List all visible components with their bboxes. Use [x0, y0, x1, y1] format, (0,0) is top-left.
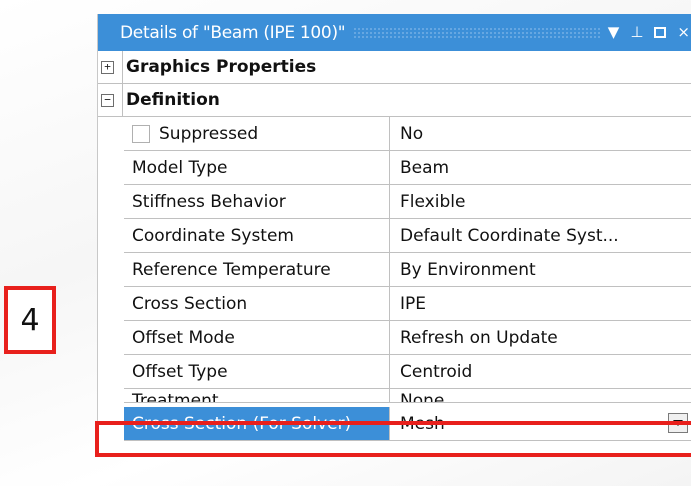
title-grip[interactable]: [353, 26, 600, 39]
property-value-select[interactable]: Mesh: [390, 407, 691, 440]
property-label: Suppressed: [159, 123, 259, 144]
property-value[interactable]: Beam: [390, 151, 691, 184]
collapse-icon[interactable]: −: [101, 93, 114, 107]
chevron-down-icon: [673, 420, 683, 426]
group-definition[interactable]: − Definition: [98, 84, 691, 117]
details-panel: Details of "Beam (IPE 100)" ▼ ⊥ × + Grap…: [97, 14, 691, 454]
property-row-offset-type[interactable]: Offset Type Centroid: [124, 355, 691, 389]
property-value[interactable]: Refresh on Update: [390, 321, 691, 354]
property-value[interactable]: Flexible: [390, 185, 691, 218]
property-value[interactable]: Centroid: [390, 355, 691, 388]
property-label: Reference Temperature: [124, 253, 390, 286]
property-label: Treatment: [124, 389, 390, 402]
property-value[interactable]: Default Coordinate Syst...: [390, 219, 691, 252]
group-graphics-properties[interactable]: + Graphics Properties: [98, 51, 691, 84]
details-title-bar[interactable]: Details of "Beam (IPE 100)" ▼ ⊥ ×: [98, 14, 691, 51]
property-row-stiffness-behavior[interactable]: Stiffness Behavior Flexible: [124, 185, 691, 219]
dropdown-button[interactable]: [668, 413, 688, 433]
group-divider: [122, 51, 123, 83]
property-label: Stiffness Behavior: [124, 185, 390, 218]
property-value[interactable]: IPE: [390, 287, 691, 320]
group-label: Definition: [126, 90, 220, 110]
property-label: Model Type: [124, 151, 390, 184]
property-row-model-type[interactable]: Model Type Beam: [124, 151, 691, 185]
property-label: Coordinate System: [124, 219, 390, 252]
maximize-icon[interactable]: [654, 27, 667, 38]
property-row-reference-temperature[interactable]: Reference Temperature By Environment: [124, 253, 691, 287]
title-controls: ▼ ⊥ ×: [608, 25, 690, 40]
property-label: Cross Section: [124, 287, 390, 320]
suppressed-checkbox[interactable]: [132, 124, 150, 143]
pin-icon[interactable]: ⊥: [630, 25, 643, 40]
property-row-coordinate-system[interactable]: Coordinate System Default Coordinate Sys…: [124, 219, 691, 253]
property-value[interactable]: No: [390, 117, 691, 150]
details-title: Details of "Beam (IPE 100)": [120, 22, 346, 43]
property-value[interactable]: By Environment: [390, 253, 691, 286]
group-divider: [122, 84, 123, 116]
property-label: Cross Section (For Solver): [124, 407, 390, 440]
property-row-cross-section[interactable]: Cross Section IPE: [124, 287, 691, 321]
property-value[interactable]: None: [390, 389, 691, 402]
property-row-cross-section-for-solver[interactable]: Cross Section (For Solver) Mesh: [124, 407, 691, 441]
property-value: Mesh: [400, 413, 445, 434]
property-label-cell: Suppressed: [124, 117, 390, 150]
step-callout: 4: [4, 286, 56, 354]
property-label: Offset Type: [124, 355, 390, 388]
close-icon[interactable]: ×: [677, 25, 690, 40]
expand-icon[interactable]: +: [101, 60, 114, 74]
property-row-offset-mode[interactable]: Offset Mode Refresh on Update: [124, 321, 691, 355]
chevron-down-icon[interactable]: ▼: [608, 25, 620, 40]
property-label: Offset Mode: [124, 321, 390, 354]
property-row-suppressed[interactable]: Suppressed No: [124, 117, 691, 151]
group-label: Graphics Properties: [126, 57, 317, 77]
property-row-treatment[interactable]: Treatment None: [124, 389, 691, 403]
